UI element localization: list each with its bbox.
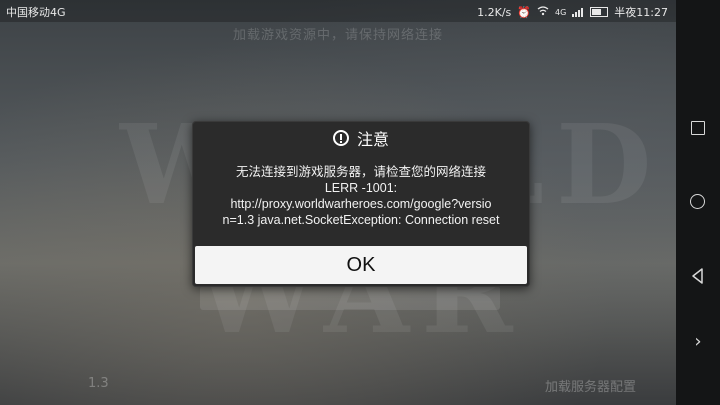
warning-icon bbox=[332, 130, 349, 146]
version-label: 1.3 bbox=[88, 376, 109, 391]
wifi-icon bbox=[537, 5, 549, 19]
status-icons: 1.2K/s ⏰ 4G 半夜11:27 bbox=[477, 4, 668, 20]
network-speed: 1.2K/s bbox=[477, 5, 512, 19]
battery-icon bbox=[590, 7, 609, 17]
dialog-header: 注意 bbox=[193, 126, 529, 150]
dialog-message: 无法连接到游戏服务器，请检查您的网络连接 LERR -1001: http://… bbox=[201, 164, 521, 228]
home-button[interactable] bbox=[688, 192, 708, 212]
clock: 半夜11:27 bbox=[614, 6, 668, 19]
message-line: http://proxy.worldwarheroes.com/google?v… bbox=[230, 197, 492, 211]
loading-strip bbox=[200, 286, 500, 310]
message-line: n=1.3 java.net.SocketException: Connecti… bbox=[222, 213, 500, 227]
dialog-title: 注意 bbox=[356, 130, 389, 149]
error-dialog: 注意 无法连接到游戏服务器，请检查您的网络连接 LERR -1001: http… bbox=[192, 121, 530, 287]
status-bar: 中国移动4G 1.2K/s ⏰ 4G 半夜11:27 bbox=[0, 0, 676, 22]
signal-icon bbox=[572, 7, 584, 17]
alarm-icon: ⏰ bbox=[517, 5, 531, 19]
back-triangle-icon bbox=[692, 268, 703, 284]
ok-button[interactable]: OK bbox=[195, 246, 527, 284]
message-line: 无法连接到游戏服务器，请检查您的网络连接 bbox=[235, 165, 486, 179]
carrier-label: 中国移动4G bbox=[6, 6, 66, 19]
message-line: LERR -1001: bbox=[324, 181, 398, 195]
game-banner-text: 加载游戏资源中，请保持网络连接 bbox=[232, 28, 443, 43]
loading-status: 加载服务器配置 bbox=[544, 380, 636, 395]
expand-chevron-icon[interactable]: › bbox=[688, 332, 708, 352]
game-screen: 中国移动4G 1.2K/s ⏰ 4G 半夜11:27 加载游戏资源中，请保持网络… bbox=[0, 0, 676, 405]
recents-button[interactable] bbox=[688, 118, 708, 138]
nav-bar: › bbox=[676, 0, 720, 405]
network-type: 4G bbox=[555, 7, 567, 17]
back-button[interactable] bbox=[688, 266, 708, 286]
